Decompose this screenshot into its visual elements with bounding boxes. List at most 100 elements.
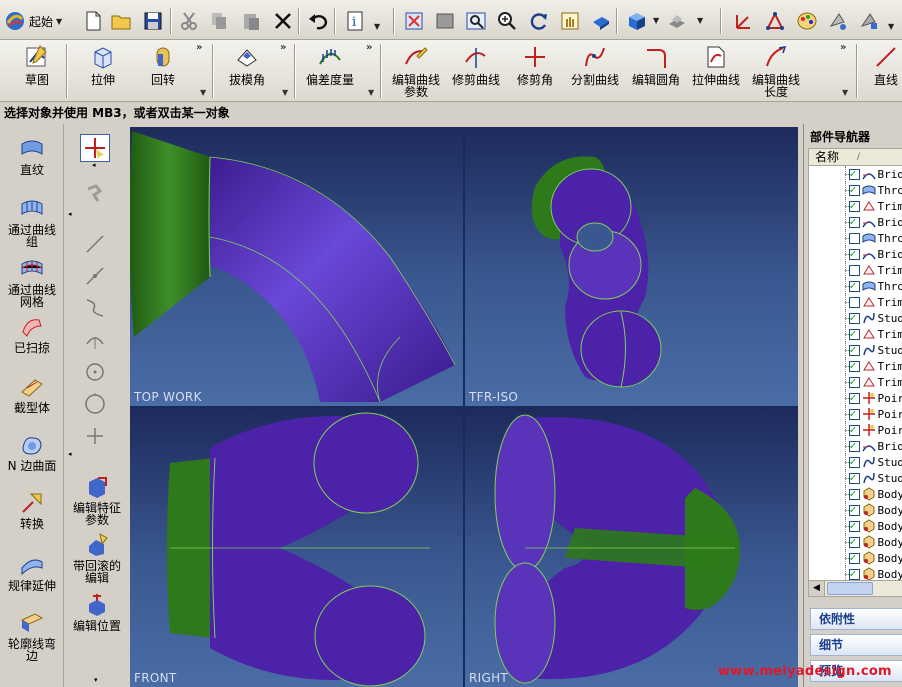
edit-with-rollback-button[interactable]: 带回滚的 编辑 (64, 532, 130, 584)
visibility-checkbox[interactable] (848, 311, 860, 324)
visibility-checkbox[interactable] (848, 391, 860, 404)
graphics-window[interactable]: TOP WORK TFR-ISO FRONT RIGHT (130, 127, 798, 687)
copy-icon[interactable] (206, 8, 232, 34)
trim-corner-button[interactable]: 修剪角 (510, 42, 560, 86)
arc-tool-icon[interactable] (80, 326, 110, 354)
zoom-region-icon[interactable] (463, 8, 489, 34)
tree-row[interactable]: Trim (809, 262, 902, 278)
scrollbar-thumb[interactable] (827, 582, 873, 595)
visibility-checkbox[interactable] (848, 343, 860, 356)
visibility-checkbox[interactable] (848, 327, 860, 340)
new-file-icon[interactable] (80, 8, 106, 34)
tree-row[interactable]: Body (809, 566, 902, 580)
chevron-down-icon[interactable]: ▼ (888, 22, 894, 31)
tree-row[interactable]: Body (809, 518, 902, 534)
tree-row[interactable]: Poir (809, 390, 902, 406)
visibility-checkbox[interactable] (848, 167, 860, 180)
tree-row[interactable]: Stud (809, 470, 902, 486)
point-tool-icon[interactable] (80, 422, 110, 450)
more-commands-icon[interactable]: » (280, 42, 286, 53)
law-extension-button[interactable]: 规律延伸 (0, 552, 64, 592)
visibility-checkbox[interactable] (848, 407, 860, 420)
line-points-icon[interactable] (80, 262, 110, 290)
visibility-checkbox[interactable] (848, 232, 860, 244)
feature-tree[interactable]: Brid Thro Trim Brid Thro Brid Trim Thro Trim Stud… (808, 166, 902, 580)
column-header-name[interactable]: 名称 ∕ (808, 148, 902, 166)
visibility-checkbox[interactable] (848, 455, 860, 468)
n-sided-surface-button[interactable]: N 边曲面 (0, 432, 64, 472)
tree-row[interactable]: Stud (809, 454, 902, 470)
viewport-right[interactable]: RIGHT (465, 408, 798, 687)
tree-row[interactable]: Brid (809, 438, 902, 454)
tree-row[interactable]: Poir (809, 406, 902, 422)
tree-row[interactable]: Body (809, 534, 902, 550)
visibility-checkbox[interactable] (848, 567, 860, 580)
visibility-checkbox[interactable] (848, 215, 860, 228)
visibility-checkbox[interactable] (848, 535, 860, 548)
visibility-checkbox[interactable] (848, 359, 860, 372)
edit-fillet-button[interactable]: 编辑圆角 (628, 42, 684, 86)
chevron-left-icon[interactable]: ◂ (68, 450, 72, 458)
viewport-tfr-iso[interactable]: TFR-ISO (465, 127, 798, 406)
cut-icon[interactable] (176, 8, 202, 34)
edit-feature-parameters-button[interactable]: 编辑特征 参数 (64, 474, 130, 526)
palette-icon[interactable] (794, 8, 820, 34)
tree-row[interactable]: Thro (809, 230, 902, 246)
visibility-checkbox[interactable] (848, 551, 860, 564)
through-curve-mesh-button[interactable]: 通过曲线 网格 (0, 256, 64, 308)
chevron-down-icon[interactable]: ▼ (282, 88, 288, 97)
chevron-down-icon[interactable]: ▼ (374, 22, 380, 31)
chevron-down-icon[interactable]: ▼ (368, 88, 374, 97)
cube-view-icon[interactable] (624, 8, 650, 34)
undo-icon[interactable] (305, 8, 331, 34)
revolve-button[interactable]: 回转 (140, 42, 186, 86)
ruled-surface-button[interactable]: 直纹 (0, 136, 64, 176)
visibility-checkbox[interactable] (848, 375, 860, 388)
more-commands-icon[interactable]: » (196, 42, 202, 53)
viewport-top-work[interactable]: TOP WORK (130, 127, 463, 406)
visibility-checkbox[interactable] (848, 487, 860, 500)
circle-tool-icon[interactable] (80, 390, 110, 418)
more-commands-icon[interactable]: » (840, 42, 846, 53)
fit-view-icon[interactable] (401, 8, 427, 34)
visibility-checkbox[interactable] (848, 519, 860, 532)
tree-row[interactable]: Body (809, 502, 902, 518)
tree-row[interactable]: Thro (809, 182, 902, 198)
shaded-view-icon[interactable] (432, 8, 458, 34)
wcs-icon[interactable] (730, 8, 756, 34)
divide-curve-button[interactable]: 分割曲线 (566, 42, 624, 86)
visibility-checkbox[interactable] (848, 264, 860, 276)
convert-button[interactable]: 转换 (0, 490, 64, 530)
edit-curve-parameters-button[interactable]: 编辑曲线 参数 (388, 42, 444, 98)
sketch-button[interactable]: 草图 (14, 42, 60, 86)
tree-row[interactable]: Stud (809, 310, 902, 326)
visibility-checkbox[interactable] (848, 183, 860, 196)
paste-icon[interactable] (238, 8, 264, 34)
chevron-down-icon[interactable]: ▼ (842, 88, 848, 97)
extrude-button[interactable]: 拉伸 (80, 42, 126, 86)
details-panel[interactable]: 细节 (810, 634, 902, 656)
tree-row[interactable]: Brid (809, 214, 902, 230)
line-button[interactable]: 直线 (866, 42, 902, 86)
save-icon[interactable] (140, 8, 166, 34)
visibility-checkbox[interactable] (848, 247, 860, 260)
tree-row[interactable]: Trim (809, 198, 902, 214)
rotate-icon[interactable] (526, 8, 552, 34)
visibility-checkbox[interactable] (848, 296, 860, 308)
edit-curve-length-button[interactable]: 编辑曲线 长度 (748, 42, 804, 98)
trim-curve-button[interactable]: 修剪曲线 (448, 42, 504, 86)
robot-arm-icon[interactable] (80, 180, 110, 208)
info-icon[interactable]: i (342, 8, 368, 34)
deviation-gauge-button[interactable]: 偏差度量 (302, 42, 358, 86)
render-style-icon[interactable] (588, 8, 614, 34)
chevron-down-icon[interactable]: ▼ (200, 88, 206, 97)
tree-row[interactable]: Brid (809, 246, 902, 262)
visibility-checkbox[interactable] (848, 423, 860, 436)
draft-button[interactable]: 拔模角 (222, 42, 272, 86)
delete-icon[interactable] (270, 8, 296, 34)
edit-position-button[interactable]: 编辑位置 (64, 592, 130, 632)
tree-row[interactable]: Thro (809, 278, 902, 294)
chevron-down-icon[interactable]: ▾ (94, 676, 98, 684)
more-commands-icon[interactable]: » (366, 42, 372, 53)
tree-row[interactable]: Trim (809, 294, 902, 310)
